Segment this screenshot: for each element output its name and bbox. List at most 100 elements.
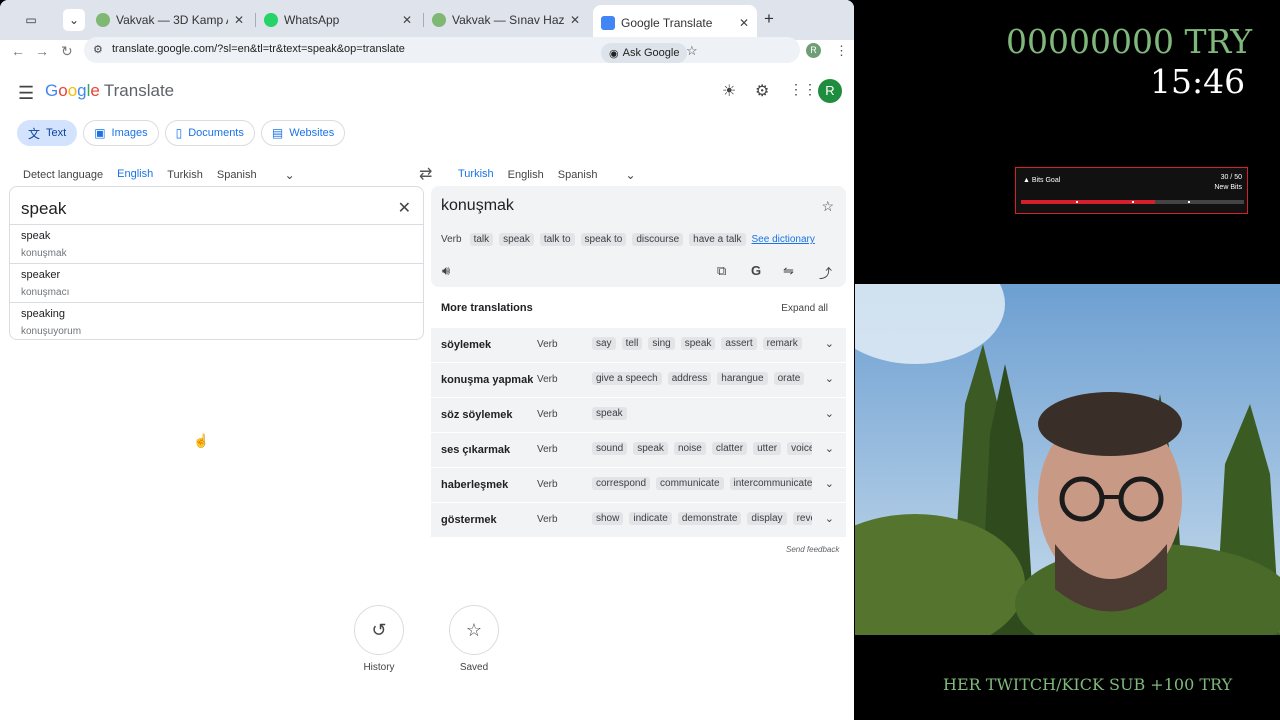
target-lang-english[interactable]: English — [508, 162, 544, 188]
target-lang-spanish[interactable]: Spanish — [558, 162, 598, 188]
translation-row[interactable]: göstermek Verb show indicate demonstrate di… — [431, 503, 846, 537]
site-info-icon[interactable]: ⚙ — [93, 43, 103, 56]
expand-row-chevron-icon[interactable]: ⌄ — [825, 477, 834, 490]
synonym-chip[interactable]: say — [592, 337, 616, 350]
synonym-chip[interactable]: assert — [721, 337, 757, 350]
dictionary-word-chip[interactable]: talk — [469, 233, 494, 246]
expand-row-chevron-icon[interactable]: ⌄ — [825, 442, 834, 455]
synonym-chip[interactable]: demonstrate — [677, 512, 742, 525]
synonym-chip[interactable]: give a speech — [592, 372, 662, 385]
close-tab-icon[interactable]: ✕ — [234, 13, 244, 27]
saved-button[interactable]: ☆ — [449, 605, 499, 655]
google-translate-logo[interactable]: Google Translate — [45, 81, 174, 101]
synonym-chip[interactable]: intercommunicate — [729, 477, 812, 490]
translation-row[interactable]: konuşma yapmak Verb give a speech address… — [431, 363, 846, 397]
swap-languages-icon[interactable]: ⇄ — [419, 164, 432, 184]
translation-row[interactable]: söylemek Verb say tell sing speak assert rema… — [431, 328, 846, 362]
source-lang-dropdown-icon[interactable]: ⌄ — [285, 168, 295, 182]
tab-search-icon[interactable]: ▭ — [20, 9, 42, 31]
target-lang-turkish[interactable]: Turkish — [458, 162, 494, 188]
synonym-chip[interactable]: correspond — [592, 477, 651, 490]
tab-vakvak-sinav[interactable]: Vakvak — Sınav Hazırlık, Ortam ✕ — [424, 7, 588, 33]
synonym-chip[interactable]: display — [747, 512, 787, 525]
source-lang-turkish[interactable]: Turkish — [167, 162, 203, 188]
browser-menu-icon[interactable]: ⋮ — [835, 43, 848, 59]
rate-translation-icon[interactable]: ⇋ — [783, 263, 794, 279]
save-translation-star-icon[interactable]: ☆ — [821, 198, 834, 215]
dictionary-word-chip[interactable]: talk to — [539, 233, 575, 246]
synonym-chip[interactable]: tell — [621, 337, 643, 350]
listen-speaker-icon[interactable]: 🔊︎ — [442, 263, 450, 279]
hamburger-menu-icon[interactable]: ☰ — [18, 83, 34, 104]
google-search-icon[interactable]: G — [751, 263, 761, 278]
synonym-chip[interactable]: speak — [592, 407, 627, 420]
bookmark-star-icon[interactable]: ☆ — [686, 43, 698, 59]
close-tab-icon[interactable]: ✕ — [739, 16, 749, 30]
source-lang-detect[interactable]: Detect language — [23, 162, 103, 188]
dictionary-word-chip[interactable]: discourse — [632, 233, 684, 246]
dictionary-word-chip[interactable]: speak — [499, 233, 534, 246]
share-icon[interactable]: ⤴ — [819, 263, 832, 282]
source-lang-english[interactable]: English — [117, 162, 154, 188]
synonym-chip[interactable]: sound — [592, 442, 628, 455]
dictionary-word-chip[interactable]: have a talk — [689, 233, 746, 246]
target-lang-dropdown-icon[interactable]: ⌄ — [626, 168, 636, 182]
tab-list-chevron-icon[interactable]: ⌄ — [63, 9, 85, 31]
url-text[interactable]: translate.google.com/?sl=en&tl=tr&text=s… — [112, 43, 405, 55]
browser-profile-avatar[interactable]: R — [806, 43, 821, 58]
synonym-chip[interactable]: harangue — [717, 372, 768, 385]
expand-row-chevron-icon[interactable]: ⌄ — [825, 512, 834, 525]
see-dictionary-link[interactable]: See dictionary — [752, 234, 815, 245]
tab-vakvak-kamp[interactable]: Vakvak — 3D Kamp Alanı, Oda ✕ — [88, 7, 252, 33]
synonym-chip[interactable]: reveal — [792, 512, 812, 525]
mouse-cursor-icon: ☝ — [193, 433, 210, 448]
back-icon[interactable]: ← — [11, 43, 25, 59]
expand-row-chevron-icon[interactable]: ⌄ — [825, 372, 834, 385]
synonym-chip[interactable]: show — [592, 512, 624, 525]
tab-google-translate[interactable]: Google Translate ✕ — [593, 5, 757, 40]
synonym-chip[interactable]: speak — [633, 442, 668, 455]
suggestion-item[interactable]: speaker konuşmacı — [10, 263, 423, 302]
suggestion-item[interactable]: speaking konuşuyorum — [10, 302, 423, 341]
expand-row-chevron-icon[interactable]: ⌄ — [825, 407, 834, 420]
synonym-chip[interactable]: remark — [762, 337, 802, 350]
ask-google-button[interactable]: ◉ Ask Google — [601, 43, 688, 63]
apps-grid-icon[interactable]: ⋮⋮ — [789, 81, 817, 98]
synonym-chip[interactable]: orate — [773, 372, 805, 385]
translation-row[interactable]: söz söylemek Verb speak ⌄ — [431, 398, 846, 432]
synonym-chip[interactable]: utter — [753, 442, 782, 455]
suggestion-item[interactable]: speak konuşmak — [10, 224, 423, 263]
synonym-chip[interactable]: speak — [680, 337, 716, 350]
source-lang-spanish[interactable]: Spanish — [217, 162, 257, 188]
mode-images-button[interactable]: ▣ Images — [83, 120, 159, 146]
mode-websites-button[interactable]: ▤ Websites — [260, 120, 346, 146]
synonym-chip[interactable]: address — [667, 372, 712, 385]
clear-text-icon[interactable]: ✕ — [398, 198, 411, 218]
forward-icon[interactable]: → — [35, 43, 49, 59]
synonym-chip[interactable]: voice — [787, 442, 812, 455]
synonym-chip[interactable]: noise — [673, 442, 706, 455]
expand-all-button[interactable]: Expand all — [781, 303, 828, 314]
synonym-chip[interactable]: clatter — [711, 442, 748, 455]
theme-sun-icon[interactable]: ☀ — [722, 81, 736, 101]
account-avatar[interactable]: R — [818, 79, 842, 103]
synonym-chip[interactable]: indicate — [629, 512, 672, 525]
mode-documents-button[interactable]: ▯ Documents — [164, 120, 255, 146]
synonym-chip[interactable]: communicate — [656, 477, 724, 490]
close-tab-icon[interactable]: ✕ — [402, 13, 412, 27]
expand-row-chevron-icon[interactable]: ⌄ — [825, 337, 834, 350]
copy-icon[interactable]: ⧉ — [717, 263, 726, 279]
close-tab-icon[interactable]: ✕ — [570, 13, 580, 27]
history-button[interactable]: ↺ — [354, 605, 404, 655]
source-text-input[interactable]: speak — [21, 199, 66, 219]
settings-gear-icon[interactable]: ⚙ — [755, 81, 769, 101]
mode-text-button[interactable]: 文 Text — [17, 120, 78, 146]
synonym-chip[interactable]: sing — [648, 337, 675, 350]
dictionary-word-chip[interactable]: speak to — [580, 233, 627, 246]
translation-row[interactable]: haberleşmek Verb correspond communicate in… — [431, 468, 846, 502]
reload-icon[interactable]: ↻ — [61, 43, 73, 60]
translation-row[interactable]: ses çıkarmak Verb sound speak noise clatter… — [431, 433, 846, 467]
send-feedback-link[interactable]: Send feedback — [786, 545, 839, 554]
tab-whatsapp[interactable]: WhatsApp ✕ — [256, 7, 420, 33]
new-tab-icon[interactable]: + — [764, 9, 774, 29]
